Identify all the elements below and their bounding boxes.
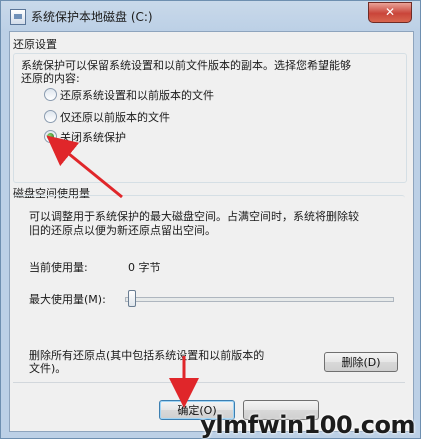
delete-button[interactable]: 删除(D): [324, 352, 398, 372]
radio-label: 仅还原以前版本的文件: [60, 111, 170, 124]
max-usage-slider-thumb[interactable]: [128, 290, 136, 307]
drive-icon: [10, 9, 26, 25]
footer-separator: [13, 382, 405, 383]
radio-button-selected[interactable]: [44, 130, 57, 143]
radio-turn-off-protection[interactable]: 关闭系统保护: [44, 129, 294, 145]
current-usage-value: 0 字节: [128, 261, 161, 274]
restore-settings-description-2: 还原的内容:: [21, 72, 80, 85]
close-button[interactable]: ✕: [368, 2, 412, 23]
dialog-content: 还原设置 系统保护可以保留系统设置和以前文件版本的副本。选择您希望能够 还原的内…: [9, 31, 414, 432]
window-title: 系统保护本地磁盘 (C:): [31, 10, 153, 24]
radio-label: 还原系统设置和以前版本的文件: [60, 89, 214, 102]
disk-usage-description-2: 旧的还原点以便为新还原点留出空间。: [29, 224, 216, 237]
watermark-text: ylmfwin100.com: [200, 411, 415, 439]
title-bar[interactable]: 系统保护本地磁盘 (C:) ✕: [1, 1, 420, 31]
dialog-window: 系统保护本地磁盘 (C:) ✕ 还原设置 系统保护可以保留系统设置和以前文件版本…: [0, 0, 421, 439]
radio-button[interactable]: [44, 110, 57, 123]
radio-restore-system-and-files[interactable]: 还原系统设置和以前版本的文件: [44, 87, 294, 103]
max-usage-label: 最大使用量(M):: [29, 293, 106, 306]
current-usage-label: 当前使用量:: [29, 261, 88, 274]
delete-restore-points-text-2: 文件)。: [29, 362, 67, 375]
radio-label: 关闭系统保护: [60, 131, 126, 144]
restore-settings-heading: 还原设置: [13, 38, 57, 51]
radio-button[interactable]: [44, 88, 57, 101]
max-usage-slider-track[interactable]: [125, 297, 394, 302]
radio-restore-files-only[interactable]: 仅还原以前版本的文件: [44, 109, 294, 125]
